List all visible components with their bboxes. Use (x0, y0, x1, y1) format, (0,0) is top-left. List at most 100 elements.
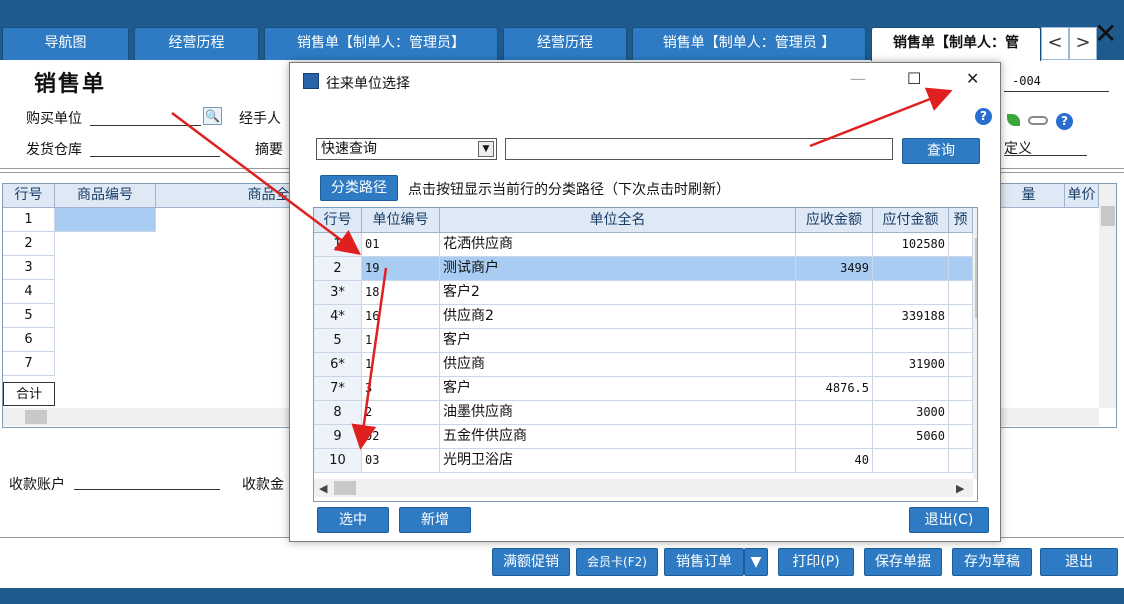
doc-number-field[interactable] (1004, 74, 1109, 92)
tab-history-1[interactable]: 经营历程 (134, 27, 259, 60)
scroll-thumb[interactable] (334, 481, 356, 495)
table-cell-no[interactable]: 10 (314, 449, 362, 473)
table-cell-prepaid[interactable] (949, 353, 973, 377)
table-cell-payable[interactable]: 3000 (873, 401, 949, 425)
table-cell-receivable[interactable] (796, 233, 873, 257)
table-row[interactable]: 3 (3, 256, 55, 280)
table-cell-no[interactable]: 3* (314, 281, 362, 305)
vertical-scrollbar[interactable] (1099, 184, 1116, 408)
close-icon[interactable]: ✕ (966, 69, 979, 88)
table-cell-no[interactable]: 6* (314, 353, 362, 377)
table-cell-prepaid[interactable] (949, 449, 973, 473)
table-row[interactable]: 4 (3, 280, 55, 304)
table-cell-no[interactable]: 8 (314, 401, 362, 425)
tab-navigation[interactable]: 导航图 (2, 27, 129, 60)
exit-button[interactable]: 退出 (1040, 548, 1118, 576)
table-cell-name[interactable]: 测试商户 (440, 257, 796, 281)
table-cell-name[interactable]: 客户 (440, 329, 796, 353)
horizontal-scrollbar[interactable]: ◀ ▶ (314, 479, 973, 497)
promotion-button[interactable]: 满额促销 (492, 548, 570, 576)
query-input[interactable] (505, 138, 893, 160)
minimize-icon[interactable]: — (850, 69, 866, 88)
tab-prev-button[interactable]: < (1041, 27, 1069, 60)
table-cell-no[interactable]: 7* (314, 377, 362, 401)
select-button[interactable]: 选中 (317, 507, 389, 533)
table-cell-payable[interactable]: 31900 (873, 353, 949, 377)
table-cell-receivable[interactable] (796, 353, 873, 377)
table-cell-receivable[interactable]: 40 (796, 449, 873, 473)
table-cell-no[interactable]: 1 (314, 233, 362, 257)
save-draft-button[interactable]: 存为草稿 (952, 548, 1032, 576)
table-cell-no[interactable]: 5 (314, 329, 362, 353)
new-button[interactable]: 新增 (399, 507, 471, 533)
table-cell-prepaid[interactable] (949, 257, 973, 281)
query-mode-select[interactable]: 快速查询 ▼ (316, 138, 497, 160)
table-cell-no[interactable]: 4* (314, 305, 362, 329)
table-cell-receivable[interactable] (796, 401, 873, 425)
table-cell-name[interactable]: 客户2 (440, 281, 796, 305)
maximize-icon[interactable]: ☐ (907, 69, 921, 88)
close-window-icon[interactable]: ✕ (1094, 20, 1117, 48)
table-cell-code[interactable]: 19 (362, 257, 440, 281)
table-cell-payable[interactable] (873, 449, 949, 473)
print-button[interactable]: 打印(P) (778, 548, 854, 576)
table-cell-prepaid[interactable] (949, 377, 973, 401)
help-icon[interactable]: ? (1056, 113, 1073, 130)
table-cell-payable[interactable] (873, 329, 949, 353)
table-cell-code[interactable]: 16 (362, 305, 440, 329)
table-cell-code[interactable]: 02 (362, 425, 440, 449)
scroll-thumb[interactable] (975, 238, 977, 318)
table-cell-prepaid[interactable] (949, 281, 973, 305)
table-cell-name[interactable]: 五金件供应商 (440, 425, 796, 449)
table-cell-selected[interactable] (55, 208, 156, 232)
buyer-field[interactable] (90, 108, 201, 126)
query-button[interactable]: 查询 (902, 138, 980, 164)
chevron-left-icon[interactable]: ◀ (319, 482, 327, 495)
partner-grid[interactable]: 行号 单位编号 单位全名 应收金额 应付金额 预 1 01 花洒供应商 102580 2… (313, 207, 978, 502)
table-cell-code[interactable]: 03 (362, 449, 440, 473)
chevron-up-icon[interactable]: ▲ (977, 213, 978, 226)
tab-next-button[interactable]: > (1069, 27, 1097, 60)
table-cell-name[interactable]: 油墨供应商 (440, 401, 796, 425)
link-icon[interactable] (1028, 116, 1048, 125)
table-cell-prepaid[interactable] (949, 401, 973, 425)
tab-sales-2[interactable]: 销售单【制单人：管理员 】 (632, 27, 866, 60)
table-cell-code[interactable]: 3 (362, 377, 440, 401)
sales-order-button[interactable]: 销售订单 (664, 548, 744, 576)
table-cell-name[interactable]: 供应商2 (440, 305, 796, 329)
tab-sales-active[interactable]: 销售单【制单人：管 (871, 27, 1041, 61)
table-row[interactable]: 1 (3, 208, 55, 232)
table-row[interactable]: 6 (3, 328, 55, 352)
table-row[interactable]: 7 (3, 352, 55, 376)
chevron-right-icon[interactable]: ▶ (956, 482, 964, 495)
table-cell-receivable[interactable]: 3499 (796, 257, 873, 281)
table-cell-payable[interactable]: 5060 (873, 425, 949, 449)
table-cell-prepaid[interactable] (949, 425, 973, 449)
dialog-exit-button[interactable]: 退出(C) (909, 507, 989, 533)
table-cell-payable[interactable] (873, 281, 949, 305)
table-cell-code[interactable]: 1 (362, 329, 440, 353)
table-cell-payable[interactable] (873, 377, 949, 401)
table-cell-prepaid[interactable] (949, 305, 973, 329)
tab-sales-1[interactable]: 销售单【制单人：管理员】 (264, 27, 498, 60)
table-cell-receivable[interactable] (796, 305, 873, 329)
table-cell-payable[interactable] (873, 257, 949, 281)
table-cell-code[interactable]: 1 (362, 353, 440, 377)
warehouse-field[interactable] (90, 139, 220, 157)
help-icon[interactable]: ? (975, 108, 992, 125)
table-cell-receivable[interactable]: 4876.5 (796, 377, 873, 401)
table-cell-receivable[interactable] (796, 329, 873, 353)
table-cell-code[interactable]: 01 (362, 233, 440, 257)
table-cell-name[interactable]: 供应商 (440, 353, 796, 377)
table-cell-name[interactable]: 光明卫浴店 (440, 449, 796, 473)
tab-history-2[interactable]: 经营历程 (503, 27, 627, 60)
search-icon[interactable]: 🔍 (203, 107, 222, 125)
table-cell-code[interactable]: 2 (362, 401, 440, 425)
chevron-down-icon[interactable]: ▼ (744, 548, 768, 576)
member-card-button[interactable]: 会员卡(F2) (576, 548, 658, 576)
table-cell-payable[interactable]: 339188 (873, 305, 949, 329)
table-cell-receivable[interactable] (796, 281, 873, 305)
chevron-down-icon[interactable]: ▼ (977, 463, 978, 476)
table-cell-no[interactable]: 2 (314, 257, 362, 281)
chevron-down-icon[interactable]: ▼ (478, 141, 494, 157)
